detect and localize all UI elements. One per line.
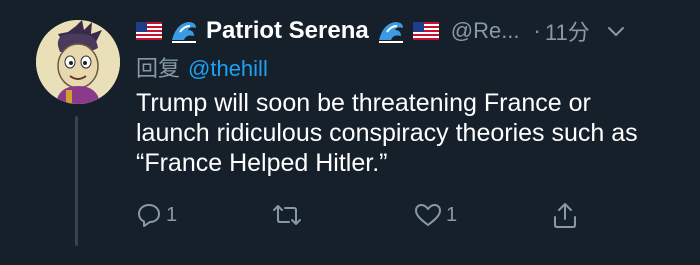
tweet-timestamp[interactable]: 11分 [545,15,590,47]
heart-icon [414,202,442,228]
like-button[interactable]: 1 [414,199,457,231]
wave-icon [377,18,405,44]
retweet-icon [272,202,302,228]
us-flag-icon [136,22,162,40]
share-icon [552,201,578,229]
time-separator: · [533,18,541,43]
wave-icon [170,18,198,44]
tweet-actions: 1 1 [136,199,596,231]
reply-prefix: 回复 [136,56,181,81]
author-display-name[interactable]: Patriot Serena [206,17,369,45]
thread-line [75,116,78,246]
tweet-text: Trump will soon be threatening France or… [136,89,638,177]
reply-button[interactable]: 1 [136,199,177,231]
retweet-button[interactable] [272,199,306,231]
us-flag-icon [412,22,439,40]
reply-mention-link[interactable]: @thehill [188,56,268,81]
tweet-header: Patriot Serena @Re... · 11分 [136,14,684,48]
comment-icon [136,202,162,228]
share-button[interactable] [552,199,578,231]
avatar[interactable] [36,20,120,104]
author-handle[interactable]: @Re... [451,18,520,44]
like-count: 1 [446,203,458,226]
reply-count: 1 [166,203,178,226]
reply-context: 回复 @thehill [136,51,268,83]
chevron-down-icon[interactable] [606,21,626,41]
